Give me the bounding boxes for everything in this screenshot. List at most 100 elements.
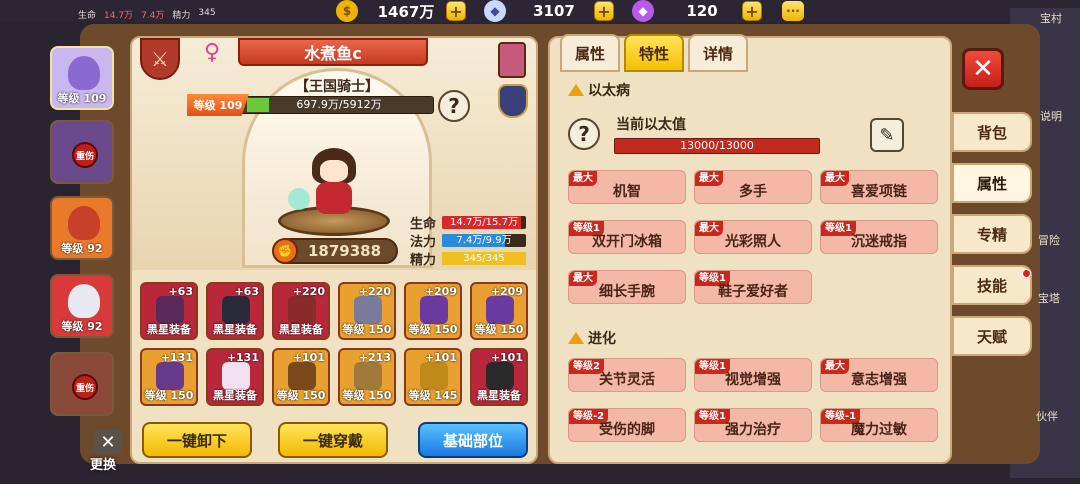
hero-sprite: [308, 148, 360, 216]
diamond-icon: ◆: [484, 0, 506, 22]
peek-mp: 7.4万: [141, 11, 165, 21]
equipment-item-icon: [354, 296, 382, 324]
equipment-slot[interactable]: +63 黑星装备: [206, 282, 264, 340]
diamond-counter: ◆ 3107 +: [484, 0, 614, 22]
equipment-slot[interactable]: +101 等级 150: [272, 348, 330, 406]
trait-chip[interactable]: 最大 细长手腕: [568, 270, 686, 304]
peek-hp-label: 生命: [78, 11, 97, 21]
enhance-level: +220: [292, 285, 325, 298]
equipment-slot[interactable]: +220 黑星装备: [272, 282, 330, 340]
hp-text: 14.7万/15.7万: [450, 216, 518, 228]
side-tab[interactable]: 天赋: [952, 316, 1032, 356]
enhance-level: +101: [490, 351, 523, 364]
equipment-label: 等级 150: [342, 323, 392, 336]
more-button[interactable]: ···: [782, 1, 804, 21]
peek-energy-label: 精力: [172, 11, 191, 21]
injured-badge: 重伤: [72, 142, 98, 168]
evolution-section-label: 进化: [588, 331, 616, 347]
equipment-slot[interactable]: +101 等级 145: [404, 348, 462, 406]
roster-level: 等级 92: [61, 320, 103, 333]
tab-attributes[interactable]: 属性: [560, 34, 620, 72]
sparkle-effect: [288, 188, 310, 210]
mp-row: 法力 7.4万/9.9万: [410, 232, 530, 250]
equipment-slot[interactable]: +209 等级 150: [404, 282, 462, 340]
energy-bar: 345/345: [442, 251, 526, 265]
equip-all-button[interactable]: 一键穿戴: [278, 422, 388, 458]
trait-chip[interactable]: 最大 多手: [694, 170, 812, 204]
trait-chip[interactable]: 等级1 视觉增强: [694, 358, 812, 392]
armor-icon[interactable]: [498, 84, 528, 118]
trait-chip[interactable]: 最大 机智: [568, 170, 686, 204]
unequip-all-button[interactable]: 一键卸下: [142, 422, 252, 458]
help-icon[interactable]: ?: [568, 118, 600, 150]
trait-chip[interactable]: 等级1 强力治疗: [694, 408, 812, 442]
gold-plus-button[interactable]: +: [446, 1, 466, 21]
trait-panel: 属性 特性 详情 以太病 ? 当前以太值 13000/13000 ✎ 最大 机智最…: [548, 34, 952, 464]
book-icon[interactable]: [498, 42, 526, 78]
trait-chip[interactable]: 等级2 关节灵活: [568, 358, 686, 392]
equipment-item-icon: [222, 296, 250, 324]
hero-stage: ⚔ ♀ 水煮鱼c 【王国骑士】 等级 109 697.9万/5912万 ? ✊ …: [132, 38, 536, 270]
side-tab[interactable]: 技能: [952, 265, 1032, 305]
equipment-slot[interactable]: +131 黑星装备: [206, 348, 264, 406]
equipment-item-icon: [486, 362, 514, 390]
side-tab[interactable]: 背包: [952, 112, 1032, 152]
injured-badge: 重伤: [72, 374, 98, 400]
trait-chip[interactable]: 最大 意志增强: [820, 358, 938, 392]
equipment-item-icon: [288, 362, 316, 390]
gem-plus-button[interactable]: +: [742, 1, 762, 21]
avatar: [68, 56, 100, 90]
equipment-slot[interactable]: +101 黑星装备: [470, 348, 528, 406]
trait-chip[interactable]: 等级-1 魔力过敏: [820, 408, 938, 442]
side-tab[interactable]: 属性: [952, 163, 1032, 203]
trait-chip[interactable]: 等级1 沉迷戒指: [820, 220, 938, 254]
equipment-label: 等级 150: [276, 389, 326, 402]
base-slot-button[interactable]: 基础部位: [418, 422, 528, 458]
equipment-label: 黑星装备: [477, 389, 521, 402]
hero-title: 【王国骑士】: [295, 79, 379, 95]
equipment-item-icon: [156, 362, 184, 390]
tab-details[interactable]: 详情: [688, 34, 748, 72]
equipment-label: 等级 150: [144, 389, 194, 402]
swap-label: 更换: [90, 458, 117, 473]
gold-coin-icon: $: [336, 0, 358, 22]
roster-hero-5[interactable]: 重伤: [50, 352, 114, 416]
equipment-slot[interactable]: +209 等级 150: [470, 282, 528, 340]
equipment-slot[interactable]: +213 等级 150: [338, 348, 396, 406]
enhance-level: +209: [424, 285, 457, 298]
hero-dress: [316, 182, 352, 214]
enhance-level: +220: [358, 285, 391, 298]
ether-box: ? 当前以太值 13000/13000 ✎: [564, 106, 938, 162]
roster-hero-2[interactable]: 重伤: [50, 120, 114, 184]
gold-value: 1467万: [377, 2, 435, 21]
roster-hero-3[interactable]: 等级 92: [50, 196, 114, 260]
purple-gem-icon: ◆: [632, 0, 654, 22]
trait-chip[interactable]: 等级-2 受伤的脚: [568, 408, 686, 442]
roster-hero-1[interactable]: 等级 109: [50, 46, 114, 110]
edit-icon[interactable]: ✎: [870, 118, 904, 152]
tab-traits[interactable]: 特性: [624, 34, 684, 72]
enhance-level: +63: [234, 285, 259, 298]
trait-chip[interactable]: 最大 喜爱项链: [820, 170, 938, 204]
close-button[interactable]: ✕: [962, 48, 1004, 90]
equipment-item-icon: [420, 296, 448, 324]
equipment-slot[interactable]: +131 等级 150: [140, 348, 198, 406]
equipment-label: 黑星装备: [279, 323, 323, 336]
trait-name: 多手: [739, 184, 767, 200]
help-icon[interactable]: ?: [438, 90, 470, 122]
roster-hero-4[interactable]: 等级 92: [50, 274, 114, 338]
diamond-plus-button[interactable]: +: [594, 1, 614, 21]
edge-text-2: 说明: [1040, 110, 1062, 123]
trait-chip[interactable]: 等级1 鞋子爱好者: [694, 270, 812, 304]
avatar: [68, 206, 100, 240]
trait-name: 喜爱项链: [851, 184, 907, 200]
side-tab[interactable]: 专精: [952, 214, 1032, 254]
edge-text-1: 宝村: [1040, 12, 1062, 25]
equipment-slot[interactable]: +63 黑星装备: [140, 282, 198, 340]
trait-chip[interactable]: 等级1 双开门冰箱: [568, 220, 686, 254]
swap-button[interactable]: ✕ 更换: [90, 430, 126, 473]
trait-name: 机智: [613, 184, 641, 200]
equipment-slot[interactable]: +220 等级 150: [338, 282, 396, 340]
hp-bar: 14.7万/15.7万: [442, 215, 526, 229]
trait-chip[interactable]: 最大 光彩照人: [694, 220, 812, 254]
